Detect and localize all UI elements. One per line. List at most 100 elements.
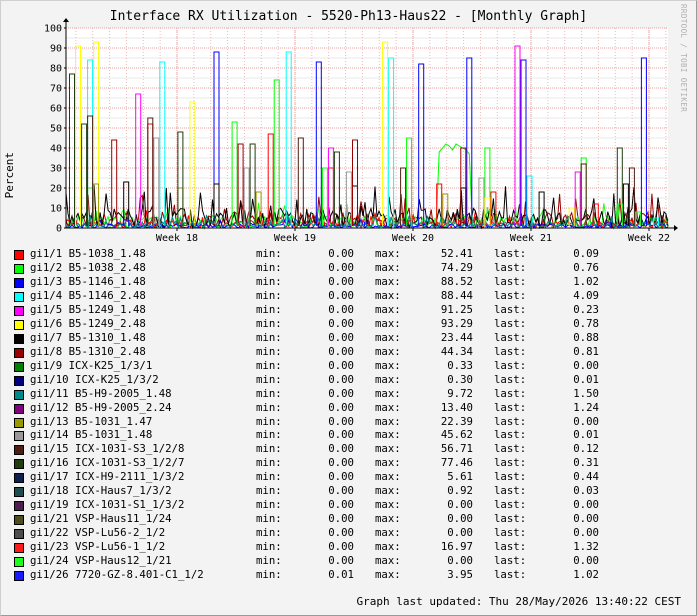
legend-max-label: max: [375, 260, 401, 274]
legend-series-name: gi1/3 B5-1146_1.48 [30, 274, 146, 288]
legend-series-name: gi1/7 B5-1310_1.48 [30, 330, 146, 344]
legend-last-label: last: [494, 344, 527, 358]
legend-min-value: 0.00 [328, 498, 354, 512]
legend-max-label: max: [375, 414, 401, 428]
legend-series-name: gi1/13 B5-1031_1.47 [30, 414, 153, 428]
legend-row: gi1/12 B5-H9-2005_2.24 min: 0.00 max: 13.40 l… [14, 401, 674, 415]
legend-max-value: 91.25 [440, 302, 473, 316]
legend-max-label: max: [375, 302, 401, 316]
legend-series-name: gi1/14 B5-1031_1.48 [30, 428, 153, 442]
legend-swatch [14, 431, 24, 442]
legend-swatch [14, 417, 24, 428]
legend-last-value: 0.09 [573, 247, 599, 260]
y-tick-label: 20 [50, 184, 62, 195]
legend-last-label: last: [494, 554, 527, 568]
legend-max-value: 44.34 [440, 344, 473, 358]
x-tick-label: Week 21 [510, 233, 552, 244]
y-tick-label: 40 [50, 144, 62, 155]
legend-max-label: max: [375, 442, 401, 456]
legend-last-label: last: [494, 330, 527, 344]
legend-series-name: gi1/4 B5-1146_2.48 [30, 288, 146, 302]
legend-swatch [14, 291, 24, 302]
legend-max-value: 93.29 [440, 316, 473, 330]
legend-series-name: gi1/9 ICX-K25_1/3/1 [30, 358, 153, 372]
legend-last-label: last: [494, 414, 527, 428]
legend-min-label: min: [256, 568, 282, 582]
legend-min-label: min: [256, 372, 282, 386]
y-tick-label: 10 [50, 204, 62, 215]
legend-last-label: last: [494, 512, 527, 526]
legend-min-label: min: [256, 414, 282, 428]
legend-last-value: 0.23 [573, 302, 599, 316]
legend-last-value: 0.00 [573, 358, 599, 372]
legend-min-label: min: [256, 288, 282, 302]
legend-row: gi1/2 B5-1038_2.48 min: 0.00 max: 74.29 last:… [14, 261, 674, 275]
legend-min-label: min: [256, 400, 282, 414]
legend-swatch [14, 459, 24, 470]
legend-row: gi1/6 B5-1249_2.48 min: 0.00 max: 93.29 last:… [14, 317, 674, 331]
legend-last-label: last: [494, 484, 527, 498]
legend-max-value: 52.41 [440, 247, 473, 260]
legend-row: gi1/10 ICX-K25_1/3/2 min: 0.00 max: 0.30 last… [14, 373, 674, 387]
legend-series-name: gi1/16 ICX-1031-S3_1/2/7 [30, 456, 185, 470]
legend-max-label: max: [375, 386, 401, 400]
legend-row: gi1/3 B5-1146_1.48 min: 0.00 max: 88.52 last:… [14, 275, 674, 289]
legend-row: gi1/15 ICX-1031-S3_1/2/8 min: 0.00 max: 56.7… [14, 442, 674, 456]
x-tick-label: Week 19 [274, 233, 316, 244]
legend-max-label: max: [375, 288, 401, 302]
legend-max-value: 22.39 [440, 414, 473, 428]
legend-min-value: 0.00 [328, 260, 354, 274]
legend-min-value: 0.00 [328, 484, 354, 498]
legend-last-label: last: [494, 540, 527, 554]
legend-max-value: 0.30 [447, 372, 473, 386]
legend-min-label: min: [256, 260, 282, 274]
legend-series-name: gi1/22 VSP-Lu56-2_1/2 [30, 526, 166, 540]
legend-min-value: 0.00 [328, 302, 354, 316]
y-tick-label: 30 [50, 164, 62, 175]
legend-series-name: gi1/18 ICX-Haus7_1/3/2 [30, 484, 172, 498]
legend-last-label: last: [494, 386, 527, 400]
legend-min-label: min: [256, 302, 282, 316]
legend-row: gi1/26 7720-GZ-8.401-C1_1/2 min: 0.01 max: 3… [14, 568, 674, 582]
legend-min-value: 0.00 [328, 316, 354, 330]
legend-row: gi1/18 ICX-Haus7_1/3/2 min: 0.00 max: 0.92 la… [14, 484, 674, 498]
x-tick-label: Week 22 [628, 233, 670, 244]
legend-min-label: min: [256, 456, 282, 470]
y-tick-label: 50 [50, 124, 62, 135]
legend-min-value: 0.00 [328, 288, 354, 302]
legend-min-value: 0.00 [328, 400, 354, 414]
legend-swatch [14, 361, 24, 372]
legend-min-value: 0.00 [328, 358, 354, 372]
legend-max-label: max: [375, 274, 401, 288]
legend-last-value: 1.50 [573, 386, 599, 400]
legend-min-value: 0.00 [328, 386, 354, 400]
legend-last-value: 0.31 [573, 456, 599, 470]
legend-max-label: max: [375, 316, 401, 330]
legend-row: gi1/24 VSP-Haus12_1/21 min: 0.00 max: 0.00 la… [14, 554, 674, 568]
legend-min-value: 0.00 [328, 456, 354, 470]
legend-row: gi1/22 VSP-Lu56-2_1/2 min: 0.00 max: 0.00 las… [14, 526, 674, 540]
legend-series-name: gi1/17 ICX-H9-2111_1/3/2 [30, 470, 185, 484]
legend-last-value: 1.02 [573, 274, 599, 288]
legend-last-label: last: [494, 498, 527, 512]
legend-max-label: max: [375, 358, 401, 372]
legend-max-label: max: [375, 400, 401, 414]
legend-last-label: last: [494, 442, 527, 456]
legend-last-value: 0.03 [573, 484, 599, 498]
legend-swatch [14, 445, 24, 456]
legend-swatch [14, 319, 24, 330]
legend-series-name: gi1/19 ICX-1031-S1_1/3/2 [30, 498, 185, 512]
legend-series-name: gi1/6 B5-1249_2.48 [30, 316, 146, 330]
legend-row: gi1/13 B5-1031_1.47 min: 0.00 max: 22.39 last… [14, 415, 674, 429]
legend-max-label: max: [375, 512, 401, 526]
legend-series-name: gi1/1 B5-1038_1.48 [30, 247, 146, 260]
legend-row: gi1/9 ICX-K25_1/3/1 min: 0.00 max: 0.33 last:… [14, 359, 674, 373]
y-tick-label: 100 [44, 24, 62, 35]
legend-series-name: gi1/11 B5-H9-2005_1.48 [30, 386, 172, 400]
legend-min-value: 0.00 [328, 274, 354, 288]
legend-swatch [14, 515, 24, 526]
legend-last-label: last: [494, 358, 527, 372]
legend-swatch [14, 403, 24, 414]
legend-min-label: min: [256, 512, 282, 526]
legend-max-value: 3.95 [447, 568, 473, 582]
